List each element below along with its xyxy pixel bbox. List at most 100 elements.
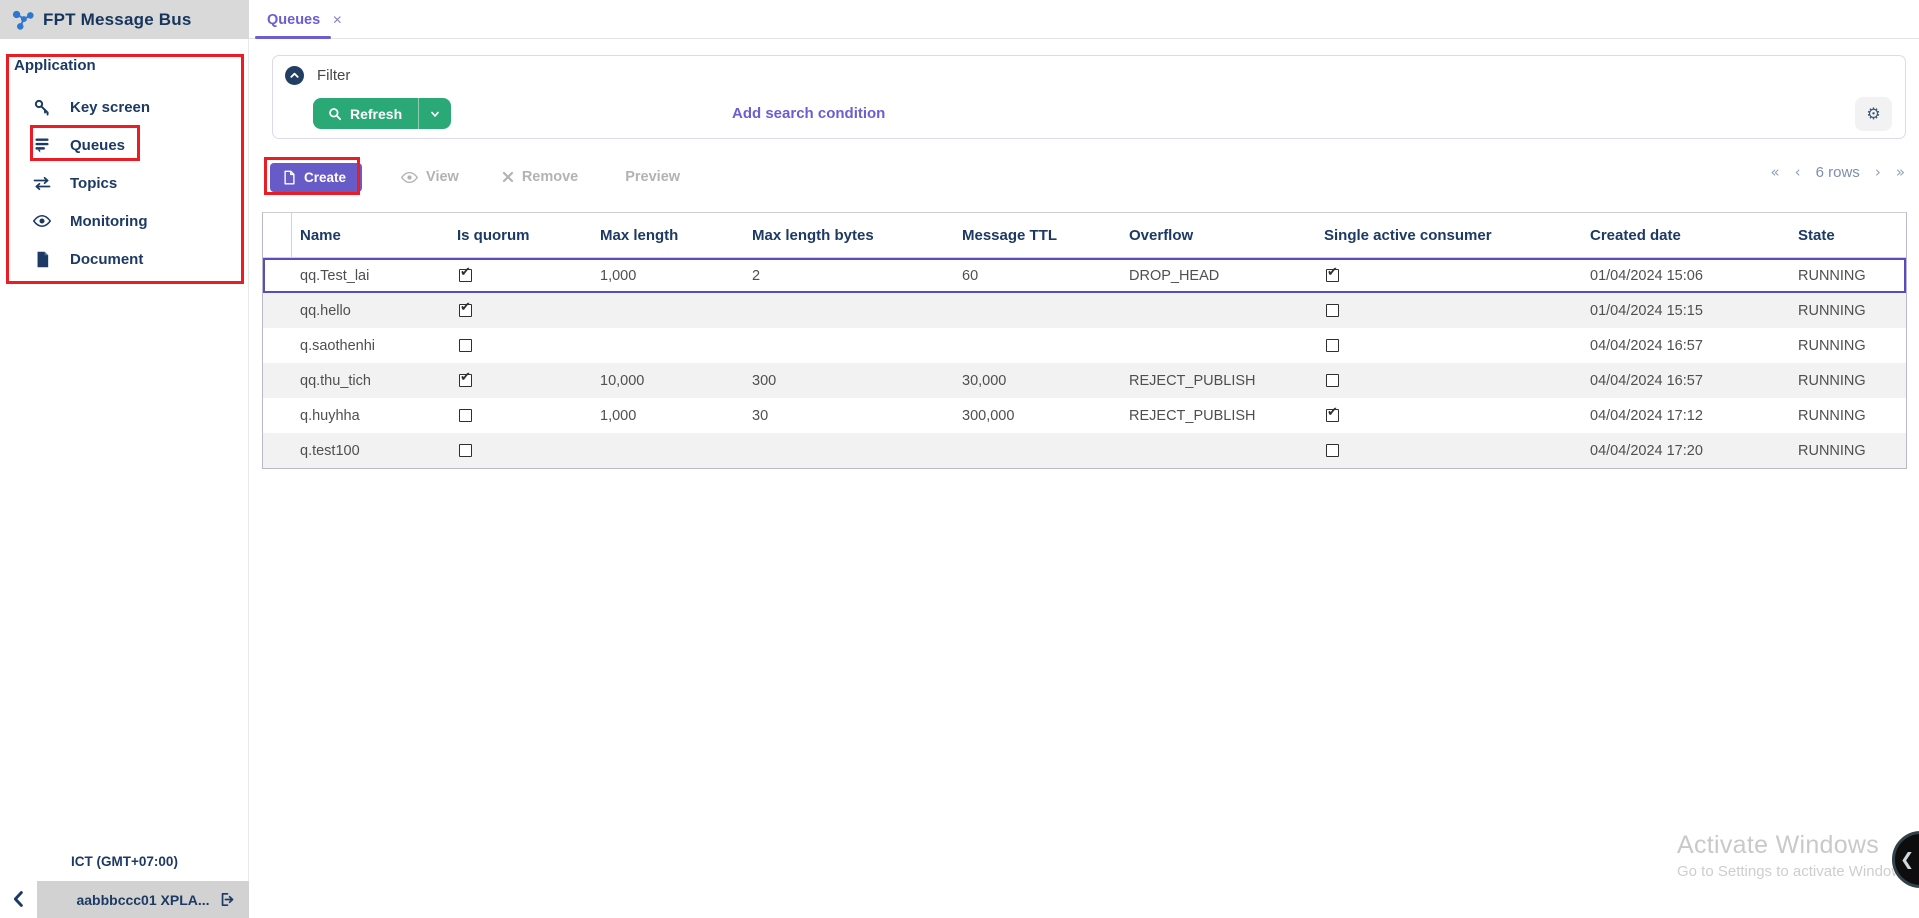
settings-button[interactable]: ⚙ — [1855, 97, 1892, 131]
topics-icon — [33, 174, 51, 192]
cell-name: qq.Test_lai — [292, 258, 449, 293]
cell-created-date: 04/04/2024 16:57 — [1582, 328, 1790, 363]
cell-created-date: 01/04/2024 15:15 — [1582, 293, 1790, 328]
column-header[interactable]: State — [1790, 213, 1906, 257]
cell-is-quorum — [449, 258, 592, 293]
cell-max-length-bytes — [744, 293, 954, 328]
column-header[interactable]: Created date — [1582, 213, 1790, 257]
create-label: Create — [304, 170, 346, 185]
unchecked-checkbox-icon — [459, 339, 472, 352]
sidebar-section-label: Application — [14, 57, 96, 74]
user-bar: aabbbccc01 XPLA... — [0, 881, 249, 918]
cell-created-date: 04/04/2024 17:12 — [1582, 398, 1790, 433]
preview-button[interactable]: Preview — [625, 169, 680, 185]
main-area: Queues ✕ Filter Refresh Add search condi… — [249, 0, 1919, 918]
column-header[interactable]: Overflow — [1121, 213, 1316, 257]
column-header[interactable]: Message TTL — [954, 213, 1121, 257]
column-header[interactable]: Single active consumer — [1316, 213, 1582, 257]
sidebar-item-key-screen[interactable]: Key screen — [0, 88, 249, 126]
preview-label: Preview — [625, 169, 680, 185]
cell-max-length: 1,000 — [592, 258, 744, 293]
eye-icon — [33, 212, 51, 230]
view-button[interactable]: View — [401, 169, 459, 185]
unchecked-checkbox-icon — [1326, 444, 1339, 457]
last-page-icon[interactable]: » — [1896, 163, 1905, 181]
checked-checkbox-icon — [1326, 409, 1339, 422]
cell-overflow: REJECT_PUBLISH — [1121, 398, 1316, 433]
column-header[interactable]: Is quorum — [449, 213, 592, 257]
cell-max-length — [592, 293, 744, 328]
cell-state: RUNNING — [1790, 258, 1906, 293]
x-icon — [502, 171, 514, 183]
sidebar-item-queues[interactable]: Queues — [0, 126, 249, 164]
table-row[interactable]: qq.thu_tich10,00030030,000REJECT_PUBLISH… — [263, 363, 1906, 398]
cell-message-ttl: 30,000 — [954, 363, 1121, 398]
logout-icon[interactable] — [219, 891, 236, 908]
table-row[interactable]: qq.hello01/04/2024 15:15RUNNING — [263, 293, 1906, 328]
row-indicator-cell — [263, 398, 292, 433]
sidebar-item-monitoring[interactable]: Monitoring — [0, 202, 249, 240]
sidebar-item-document[interactable]: Document — [0, 240, 249, 278]
user-account[interactable]: aabbbccc01 XPLA... — [37, 881, 249, 918]
cell-name: q.huyhha — [292, 398, 449, 433]
table-row[interactable]: q.huyhha1,00030300,000REJECT_PUBLISH04/0… — [263, 398, 1906, 433]
cell-message-ttl — [954, 293, 1121, 328]
prev-page-icon[interactable]: ‹ — [1795, 163, 1801, 181]
checked-checkbox-icon — [459, 304, 472, 317]
table-body: qq.Test_lai1,000260DROP_HEAD01/04/2024 1… — [263, 258, 1906, 468]
column-header[interactable]: Name — [292, 213, 449, 257]
user-name-label: aabbbccc01 XPLA... — [76, 892, 209, 908]
cell-single-active-consumer — [1316, 293, 1582, 328]
checked-checkbox-icon — [1326, 269, 1339, 282]
cell-max-length: 1,000 — [592, 398, 744, 433]
timezone-label: ICT (GMT+07:00) — [0, 854, 249, 869]
app-title: FPT Message Bus — [43, 10, 192, 30]
document-icon — [33, 250, 51, 268]
filter-collapse-icon[interactable] — [285, 66, 304, 85]
unchecked-checkbox-icon — [1326, 339, 1339, 352]
column-header[interactable]: Max length bytes — [744, 213, 954, 257]
sidebar-item-topics[interactable]: Topics — [0, 164, 249, 202]
table-header-row: NameIs quorumMax lengthMax length bytesM… — [263, 213, 1906, 258]
app-logo-icon — [12, 9, 34, 31]
refresh-button[interactable]: Refresh — [313, 98, 451, 129]
add-search-condition-link[interactable]: Add search condition — [732, 105, 885, 122]
row-indicator-cell — [263, 258, 292, 293]
view-label: View — [426, 169, 459, 185]
table-row[interactable]: qq.Test_lai1,000260DROP_HEAD01/04/2024 1… — [263, 258, 1906, 293]
key-icon — [33, 98, 51, 116]
tab-close-icon[interactable]: ✕ — [332, 14, 342, 26]
rows-count-label: 6 rows — [1816, 164, 1860, 181]
cell-single-active-consumer — [1316, 258, 1582, 293]
cell-overflow — [1121, 433, 1316, 468]
table-row[interactable]: q.test10004/04/2024 17:20RUNNING — [263, 433, 1906, 468]
create-button[interactable]: Create — [270, 163, 362, 192]
cell-created-date: 01/04/2024 15:06 — [1582, 258, 1790, 293]
file-plus-icon — [283, 170, 296, 185]
eye-icon — [401, 171, 418, 184]
first-page-icon[interactable]: « — [1770, 163, 1779, 181]
cell-max-length — [592, 433, 744, 468]
tab-active-underline — [255, 36, 331, 39]
tab-queues-label: Queues — [267, 12, 320, 28]
sidebar-item-label: Queues — [70, 137, 125, 154]
unchecked-checkbox-icon — [1326, 304, 1339, 317]
cell-message-ttl — [954, 328, 1121, 363]
column-header[interactable]: Max length — [592, 213, 744, 257]
refresh-dropdown-icon[interactable] — [418, 98, 451, 129]
sidebar: FPT Message Bus Application Key screen Qu… — [0, 0, 249, 918]
cell-overflow — [1121, 293, 1316, 328]
remove-label: Remove — [522, 169, 578, 185]
cell-max-length: 10,000 — [592, 363, 744, 398]
unchecked-checkbox-icon — [459, 409, 472, 422]
cell-is-quorum — [449, 363, 592, 398]
table-row[interactable]: q.saothenhi04/04/2024 16:57RUNNING — [263, 328, 1906, 363]
cell-overflow: REJECT_PUBLISH — [1121, 363, 1316, 398]
cell-message-ttl: 60 — [954, 258, 1121, 293]
tab-queues[interactable]: Queues ✕ — [255, 0, 354, 39]
next-page-icon[interactable]: › — [1875, 163, 1881, 181]
remove-button[interactable]: Remove — [502, 169, 578, 185]
cell-max-length-bytes: 2 — [744, 258, 954, 293]
cell-max-length — [592, 328, 744, 363]
sidebar-collapse-icon[interactable] — [8, 888, 30, 910]
